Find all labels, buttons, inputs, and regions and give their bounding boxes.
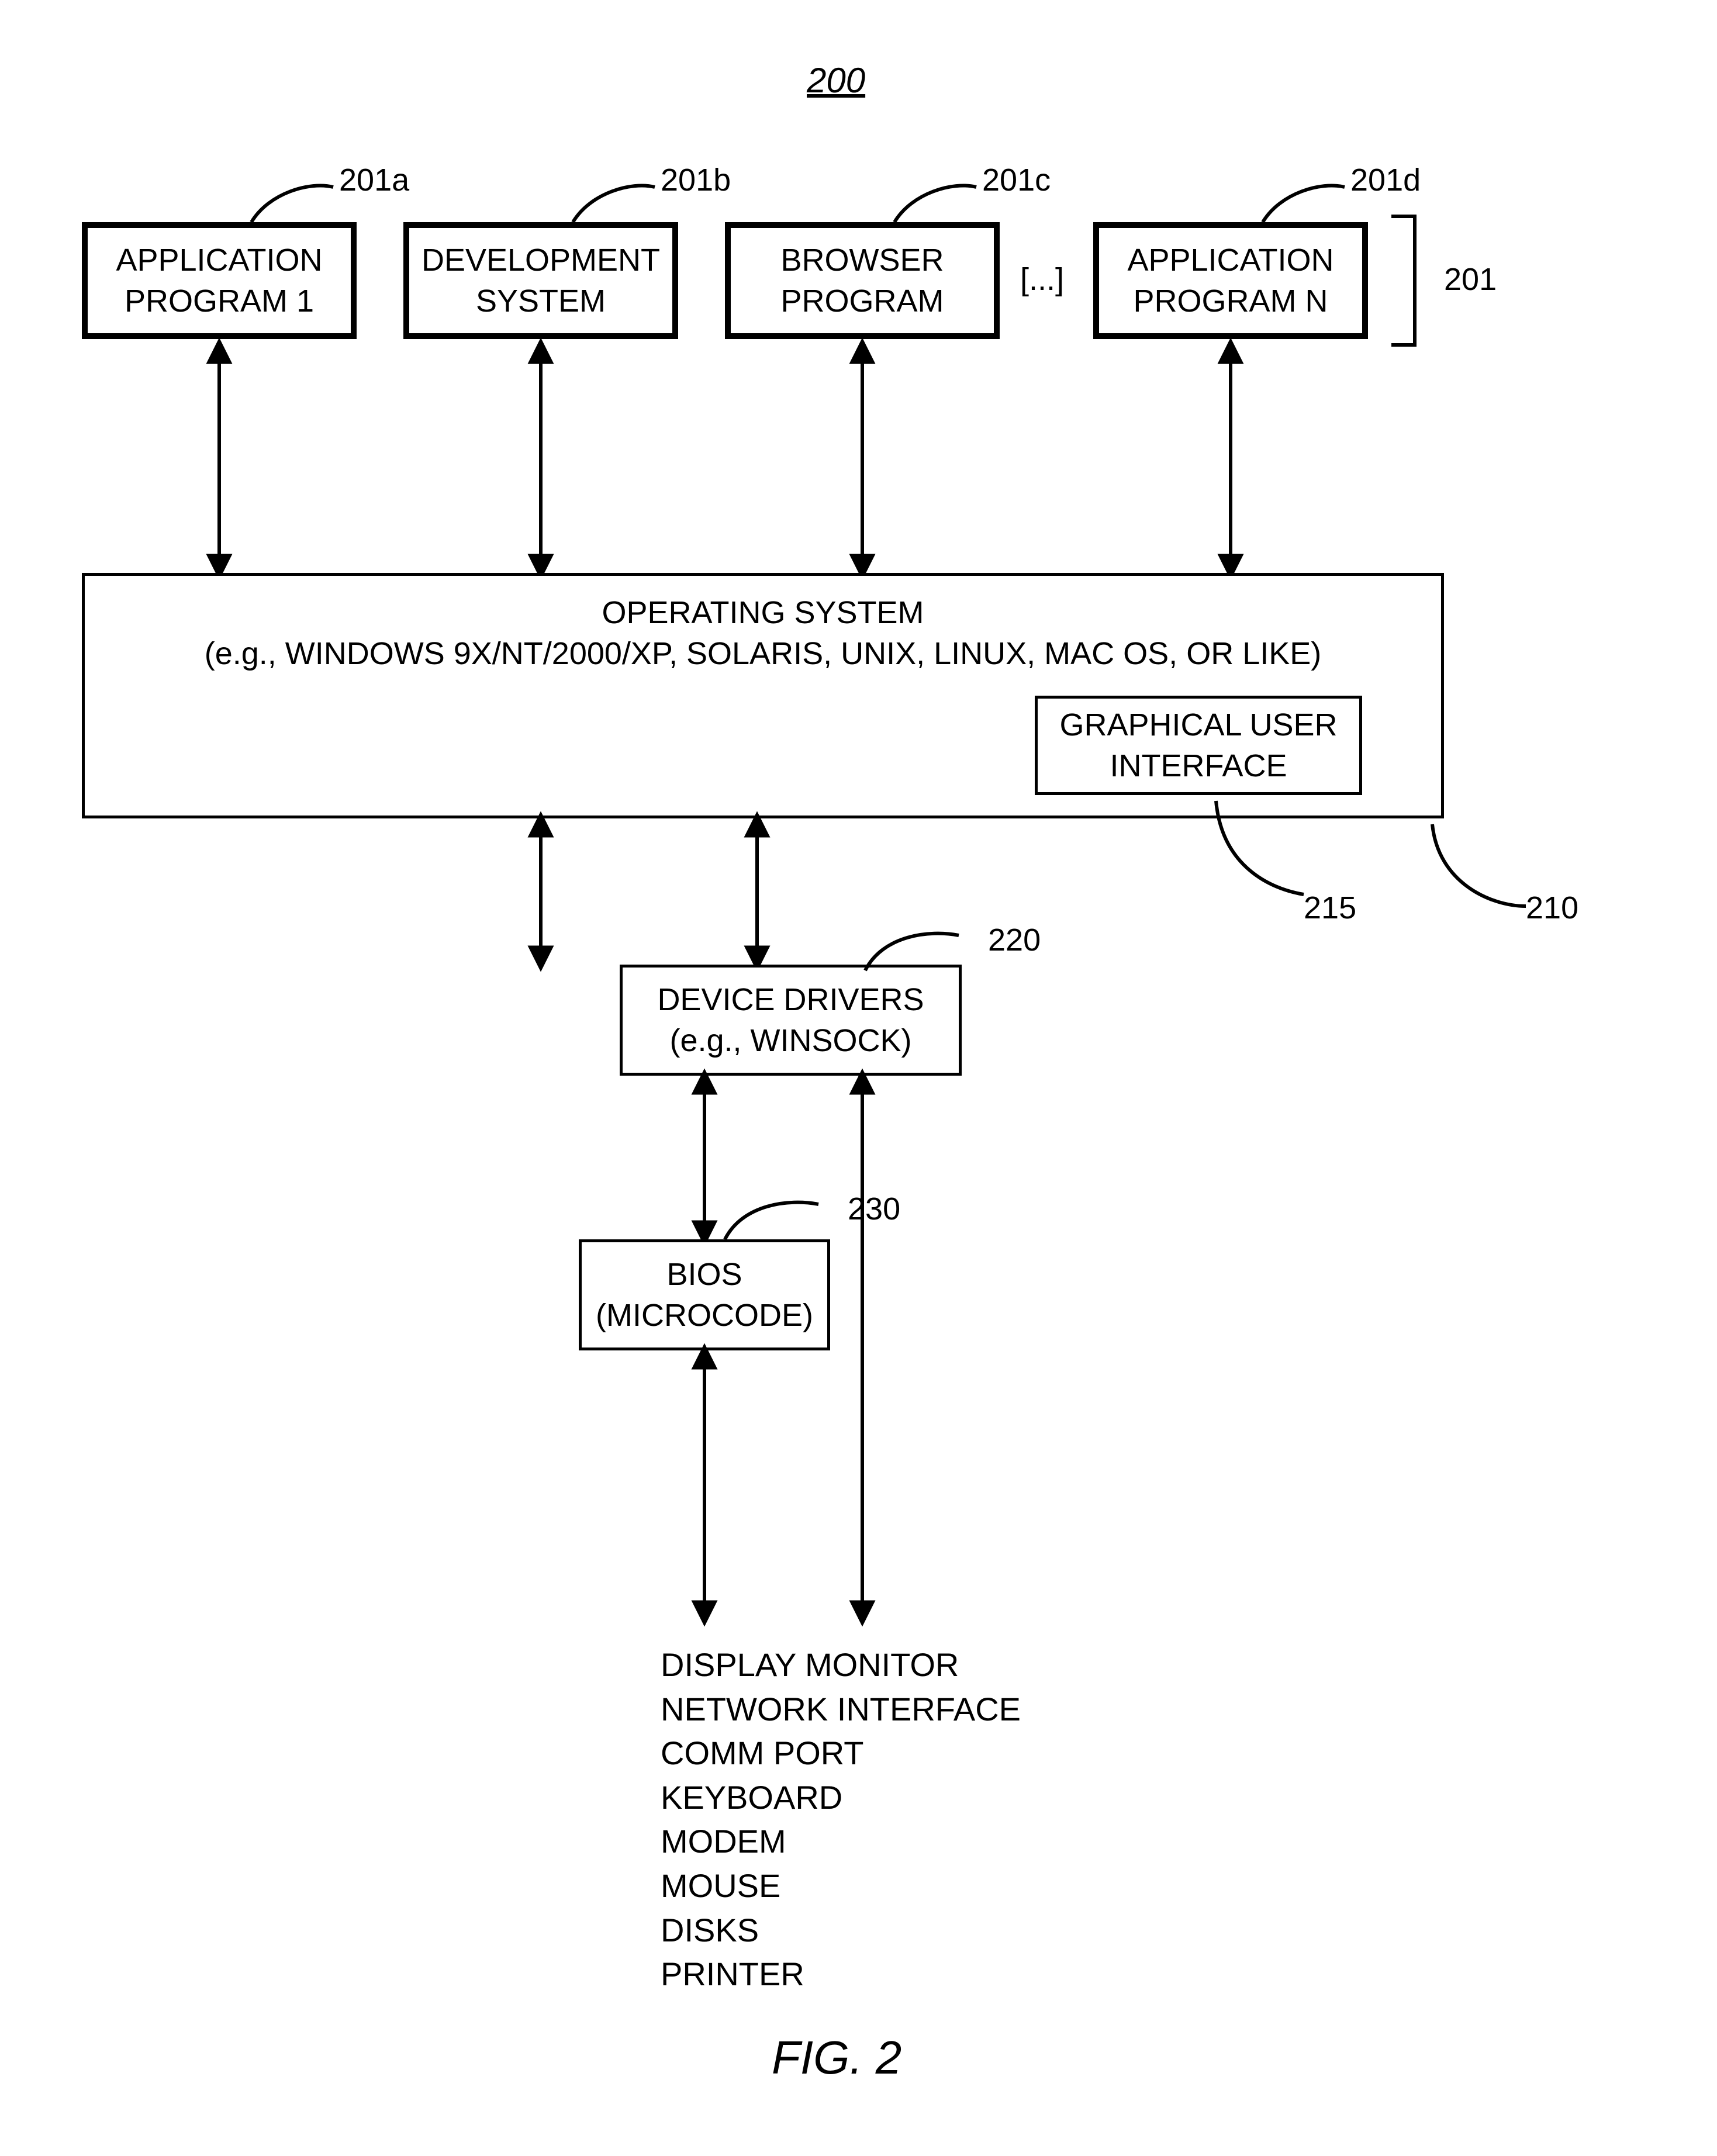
lead-201b bbox=[567, 175, 684, 228]
figure-number-top: 200 bbox=[807, 58, 865, 102]
device-list: DISPLAY MONITOR NETWORK INTERFACE COMM P… bbox=[661, 1643, 1021, 1996]
lead-230 bbox=[719, 1193, 848, 1257]
lead-201c bbox=[889, 175, 1006, 228]
ellipsis-label: [...] bbox=[1020, 260, 1064, 300]
ref-201: 201 bbox=[1444, 260, 1497, 300]
lead-220 bbox=[859, 924, 988, 988]
gui-label: GRAPHICAL USER INTERFACE bbox=[1042, 704, 1355, 786]
box-dev-system-label: DEVELOPMENT SYSTEM bbox=[414, 240, 668, 322]
lead-201a bbox=[246, 175, 362, 228]
os-line2: (e.g., WINDOWS 9X/NT/2000/XP, SOLARIS, U… bbox=[205, 633, 1322, 674]
arrow-app1-os bbox=[208, 345, 231, 573]
box-app-1: APPLICATION PROGRAM 1 bbox=[82, 222, 357, 339]
arrow-drivers-bios bbox=[693, 1076, 716, 1239]
arrow-browser-os bbox=[851, 345, 874, 573]
box-gui: GRAPHICAL USER INTERFACE bbox=[1035, 696, 1362, 795]
ref-210: 210 bbox=[1526, 889, 1578, 928]
arrow-dev-os bbox=[529, 345, 552, 573]
os-line1: OPERATING SYSTEM bbox=[602, 592, 924, 633]
arrow-os-drivers bbox=[745, 818, 769, 965]
box-app-n: APPLICATION PROGRAM N bbox=[1093, 222, 1368, 339]
ref-215: 215 bbox=[1304, 889, 1356, 928]
bracket-201 bbox=[1386, 216, 1444, 357]
box-browser: BROWSER PROGRAM bbox=[725, 222, 1000, 339]
box-app-n-label: APPLICATION PROGRAM N bbox=[1104, 240, 1357, 322]
arrow-drivers-devices bbox=[851, 1076, 874, 1619]
arrow-bios-devices bbox=[693, 1350, 716, 1619]
ref-220: 220 bbox=[988, 921, 1041, 960]
ref-230: 230 bbox=[848, 1190, 900, 1229]
arrow-os-bios-leg bbox=[529, 818, 552, 965]
diagram-canvas: 200 APPLICATION PROGRAM 1 DEVELOPMENT SY… bbox=[0, 0, 1717, 2156]
box-dev-system: DEVELOPMENT SYSTEM bbox=[403, 222, 678, 339]
arrow-appn-os bbox=[1219, 345, 1242, 573]
box-app-1-label: APPLICATION PROGRAM 1 bbox=[92, 240, 346, 322]
bios-label: BIOS (MICROCODE) bbox=[586, 1254, 823, 1336]
lead-201d bbox=[1257, 175, 1374, 228]
drivers-label: DEVICE DRIVERS (e.g., WINSOCK) bbox=[627, 979, 954, 1061]
box-browser-label: BROWSER PROGRAM bbox=[735, 240, 989, 322]
figure-caption: FIG. 2 bbox=[772, 2029, 901, 2087]
